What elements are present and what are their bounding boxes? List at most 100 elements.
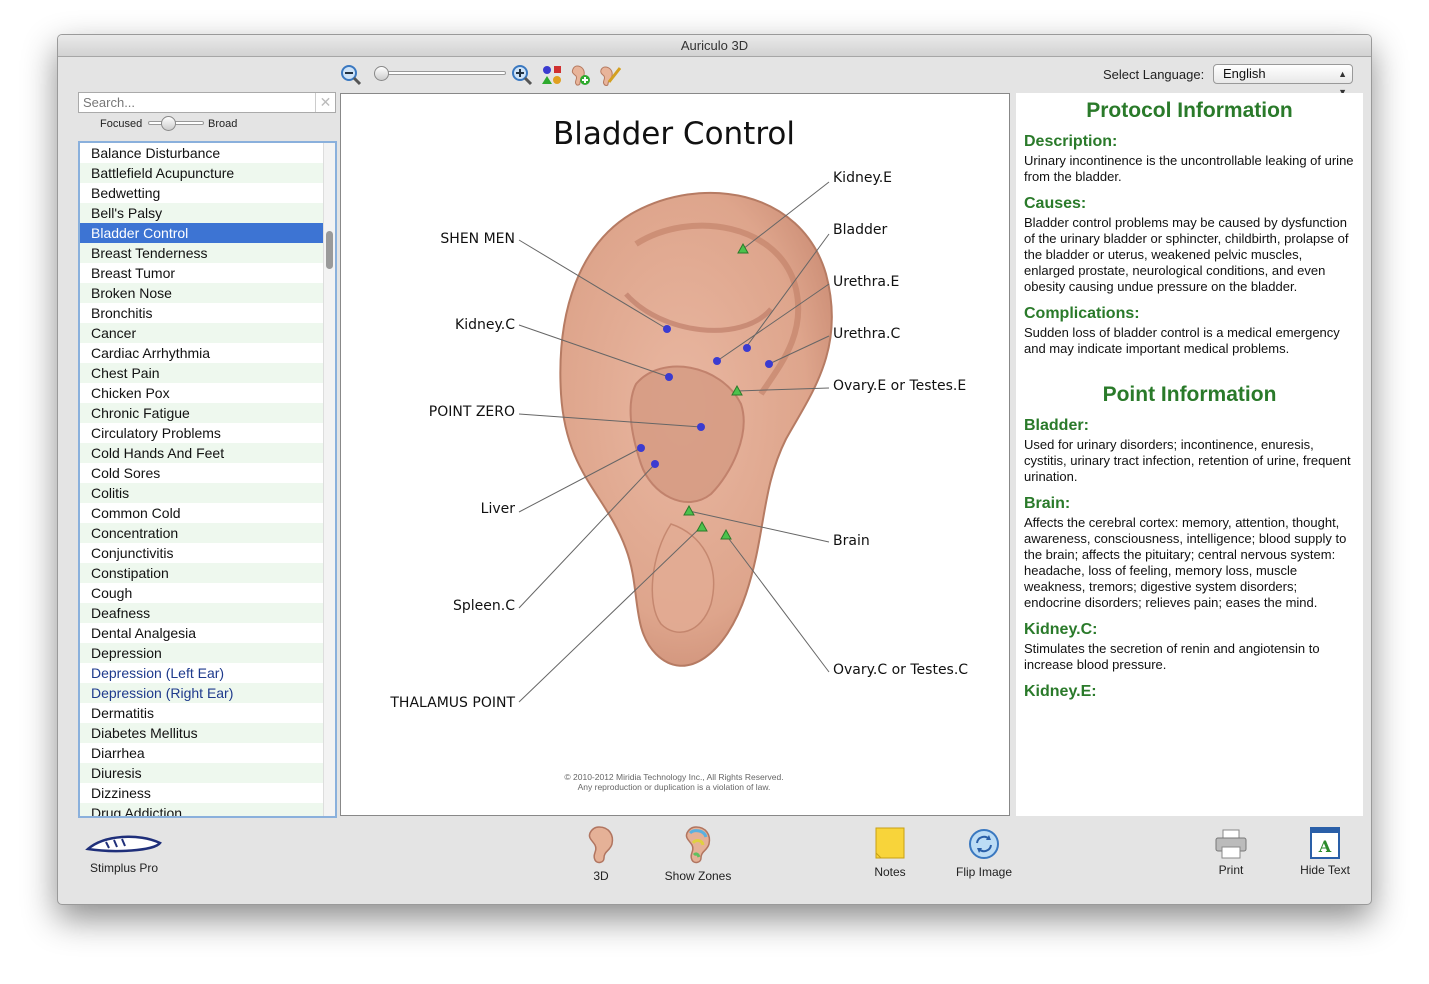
label-urethra-e: Urethra.E bbox=[833, 274, 899, 290]
condition-list-item[interactable]: Chest Pain bbox=[80, 363, 335, 383]
clear-search-icon[interactable]: ✕ bbox=[315, 93, 335, 112]
condition-list-item[interactable]: Dizziness bbox=[80, 783, 335, 803]
condition-list-item[interactable]: Depression (Right Ear) bbox=[80, 683, 335, 703]
condition-list-item[interactable]: Bronchitis bbox=[80, 303, 335, 323]
condition-list-item[interactable]: Concentration bbox=[80, 523, 335, 543]
zoom-out-icon[interactable] bbox=[340, 64, 362, 86]
print-button[interactable]: Print bbox=[1208, 829, 1254, 877]
scrollbar-thumb[interactable] bbox=[326, 231, 333, 269]
complications-heading: Complications: bbox=[1024, 305, 1140, 322]
condition-list-item[interactable]: Deafness bbox=[80, 603, 335, 623]
copyright-line-1: © 2010-2012 Miridia Technology Inc., All… bbox=[564, 772, 783, 782]
condition-list-items: Balance Disturbance Battlefield Acupunctu… bbox=[80, 143, 335, 816]
info-panel: Protocol Information Description: Urinar… bbox=[1016, 93, 1363, 816]
kidney-e-heading: Kidney.E: bbox=[1024, 683, 1097, 700]
printer-icon bbox=[1215, 829, 1247, 859]
copyright-line-2: Any reproduction or duplication is a vio… bbox=[578, 782, 771, 792]
label-kidney-e: Kidney.E bbox=[833, 170, 892, 186]
toolbar: Select Language: English ▲ ▼ bbox=[58, 58, 1371, 97]
label-kidney-c: Kidney.C bbox=[455, 317, 515, 333]
list-scrollbar[interactable] bbox=[323, 143, 335, 816]
condition-list-item[interactable]: Cancer bbox=[80, 323, 335, 343]
point-info-title: Point Information bbox=[1102, 383, 1277, 406]
condition-list-item[interactable]: Dermatitis bbox=[80, 703, 335, 723]
condition-list-item[interactable]: Depression bbox=[80, 643, 335, 663]
condition-list-item[interactable]: Circulatory Problems bbox=[80, 423, 335, 443]
condition-list-item[interactable]: Dental Analgesia bbox=[80, 623, 335, 643]
ear-diagram-panel: Bladder Control Kidney.E Bladder Urethra… bbox=[340, 93, 1010, 816]
bladder-heading: Bladder: bbox=[1024, 417, 1089, 434]
condition-list-item[interactable]: Common Cold bbox=[80, 503, 335, 523]
window-title: Auriculo 3D bbox=[58, 35, 1371, 57]
flip-image-button[interactable]: Flip Image bbox=[951, 827, 1017, 879]
condition-list-item[interactable]: Depression (Left Ear) bbox=[80, 663, 335, 683]
notes-button[interactable]: Notes bbox=[866, 827, 914, 879]
complications-text: Sudden loss of bladder control is a medi… bbox=[1024, 325, 1340, 356]
label-liver: Liver bbox=[481, 501, 516, 517]
causes-heading: Causes: bbox=[1024, 195, 1087, 212]
focus-breadth-slider[interactable] bbox=[148, 116, 204, 131]
condition-list-item[interactable]: Cold Hands And Feet bbox=[80, 443, 335, 463]
description-text: Urinary incontinence is the uncontrollab… bbox=[1024, 153, 1354, 184]
condition-list-item[interactable]: Chicken Pox bbox=[80, 383, 335, 403]
condition-list-item[interactable]: Broken Nose bbox=[80, 283, 335, 303]
focus-slider-knob[interactable] bbox=[161, 116, 176, 131]
bladder-text: Used for urinary disorders; incontinence… bbox=[1024, 437, 1351, 484]
protocol-title: Protocol Information bbox=[1086, 99, 1293, 122]
condition-list-item[interactable]: Diabetes Mellitus bbox=[80, 723, 335, 743]
zoom-slider-knob[interactable] bbox=[374, 66, 389, 81]
hide-text-icon: A bbox=[1310, 827, 1340, 859]
search-input[interactable]: Search... ✕ bbox=[78, 92, 336, 113]
condition-list-item[interactable]: Bedwetting bbox=[80, 183, 335, 203]
condition-list-item[interactable]: Cough bbox=[80, 583, 335, 603]
kidney-c-text: Stimulates the secretion of renin and an… bbox=[1024, 641, 1320, 672]
condition-list-item[interactable]: Bell's Palsy bbox=[80, 203, 335, 223]
label-brain: Brain bbox=[833, 533, 870, 549]
description-heading: Description: bbox=[1024, 133, 1118, 150]
language-label: Select Language: bbox=[1103, 67, 1205, 82]
label-urethra-c: Urethra.C bbox=[833, 326, 900, 342]
zoom-slider[interactable] bbox=[374, 66, 506, 81]
flip-icon bbox=[969, 829, 999, 859]
ear-diagram: Bladder Control Kidney.E Bladder Urethra… bbox=[389, 116, 968, 792]
language-select[interactable]: English ▲ ▼ bbox=[1213, 64, 1353, 97]
condition-list-item[interactable]: Chronic Fatigue bbox=[80, 403, 335, 423]
label-spleen-c: Spleen.C bbox=[453, 598, 515, 614]
view-3d-button[interactable]: 3D bbox=[578, 825, 624, 883]
ear-illustration bbox=[559, 191, 833, 667]
condition-list-item[interactable]: Constipation bbox=[80, 563, 335, 583]
condition-list-item[interactable]: Battlefield Acupuncture bbox=[80, 163, 335, 183]
condition-list-item[interactable]: Bladder Control bbox=[80, 223, 335, 243]
zones-ear-icon bbox=[685, 826, 711, 864]
condition-list-item[interactable]: Breast Tumor bbox=[80, 263, 335, 283]
label-bladder: Bladder bbox=[833, 222, 887, 238]
condition-list-item[interactable]: Cold Sores bbox=[80, 463, 335, 483]
condition-list-item[interactable]: Breast Tenderness bbox=[80, 243, 335, 263]
condition-list-item[interactable]: Diuresis bbox=[80, 763, 335, 783]
stimplus-pro-button[interactable]: Stimplus Pro bbox=[84, 829, 164, 875]
brain-text: Affects the cerebral cortex: memory, att… bbox=[1024, 515, 1347, 610]
condition-list-item[interactable]: Diarrhea bbox=[80, 743, 335, 763]
hide-text-button[interactable]: A Hide Text bbox=[1294, 827, 1356, 877]
point-shapes-icon[interactable] bbox=[541, 64, 563, 86]
pen-ear-icon[interactable] bbox=[599, 64, 621, 86]
zoom-in-icon[interactable] bbox=[511, 64, 533, 86]
kidney-c-heading: Kidney.C: bbox=[1024, 621, 1098, 638]
label-ovary-e: Ovary.E or Testes.E bbox=[833, 378, 966, 394]
label-thalamus-point: THALAMUS POINT bbox=[389, 695, 515, 711]
condition-list-item[interactable]: Cardiac Arrhythmia bbox=[80, 343, 335, 363]
condition-list[interactable]: Balance Disturbance Battlefield Acupunctu… bbox=[78, 141, 337, 818]
condition-list-item[interactable]: Colitis bbox=[80, 483, 335, 503]
brain-heading: Brain: bbox=[1024, 495, 1071, 512]
label-shen-men: SHEN MEN bbox=[440, 231, 515, 247]
label-point-zero: POINT ZERO bbox=[429, 404, 515, 420]
app-window: Auriculo 3D Select Language: English ▲ ▼ S… bbox=[57, 34, 1372, 905]
add-point-ear-icon[interactable] bbox=[569, 64, 591, 86]
condition-list-item[interactable]: Balance Disturbance bbox=[80, 143, 335, 163]
sticky-note-icon bbox=[875, 827, 905, 859]
svg-text:A: A bbox=[1318, 837, 1332, 856]
focused-label: Focused bbox=[100, 118, 143, 130]
condition-list-item[interactable]: Drug Addiction bbox=[80, 803, 335, 816]
condition-list-item[interactable]: Conjunctivitis bbox=[80, 543, 335, 563]
show-zones-button[interactable]: Show Zones bbox=[658, 825, 738, 883]
